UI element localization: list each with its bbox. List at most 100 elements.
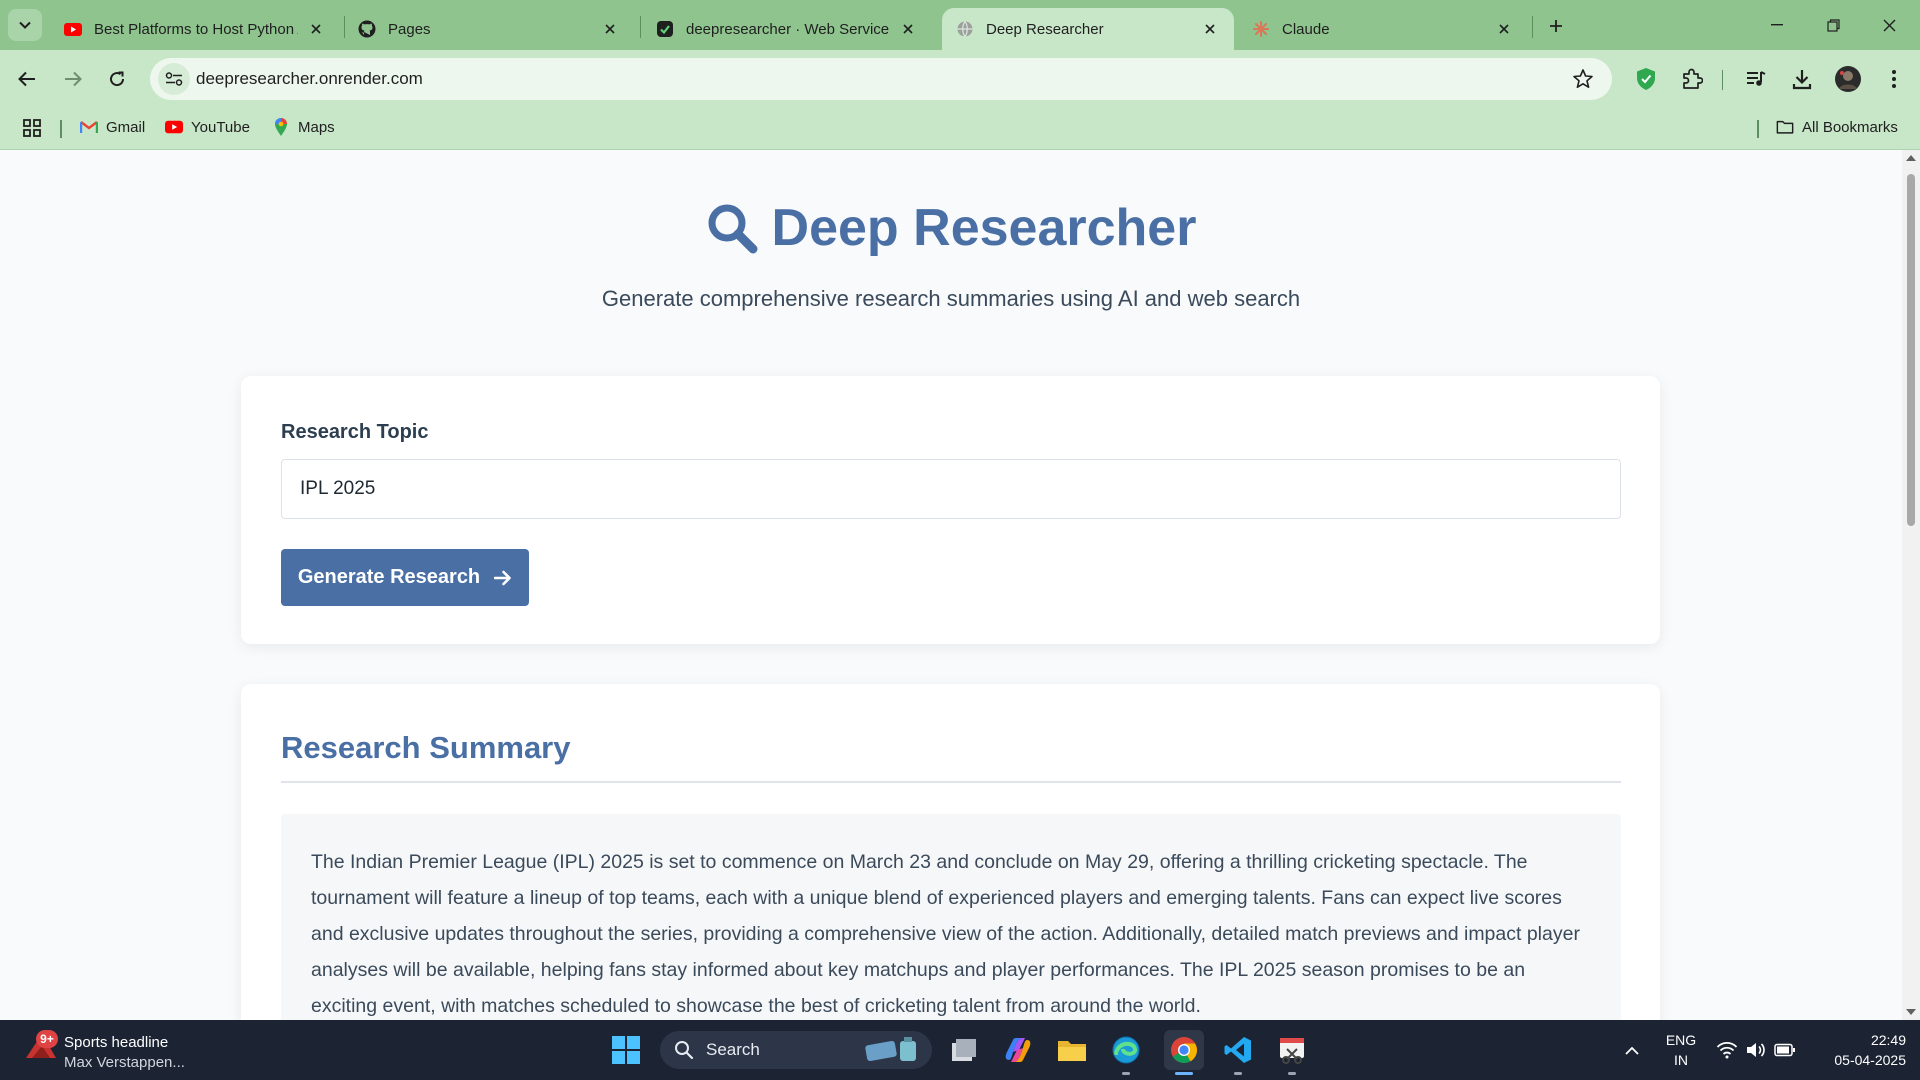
close-icon	[1883, 19, 1895, 31]
gmail-icon	[80, 118, 98, 136]
bookmark-star-icon[interactable]	[1572, 68, 1594, 90]
copilot-icon	[1005, 1038, 1031, 1062]
tab-pages[interactable]: Pages	[344, 8, 634, 50]
app-header: Deep Researcher	[0, 198, 1902, 258]
minimize-button[interactable]	[1754, 8, 1800, 42]
search-icon	[706, 202, 758, 254]
summary-content: The Indian Premier League (IPL) 2025 is …	[281, 814, 1621, 1020]
tab-strip: Best Platforms to Host Python Apps Pages…	[0, 0, 1920, 50]
close-window-button[interactable]	[1866, 8, 1912, 42]
research-topic-label: Research Topic	[281, 421, 429, 443]
heading-divider	[281, 781, 1621, 783]
restore-button[interactable]	[1810, 8, 1856, 42]
running-indicator	[1175, 1072, 1193, 1075]
generate-research-button[interactable]: Generate Research	[281, 549, 529, 606]
show-hidden-icons-button[interactable]	[1618, 1020, 1646, 1080]
search-label: Search	[706, 1040, 760, 1059]
system-clock[interactable]: 22:49 05-04-2025	[1806, 1030, 1906, 1070]
scrollbar-thumb[interactable]	[1907, 174, 1915, 526]
taskbar-app-task-view[interactable]	[944, 1030, 984, 1070]
globe-icon	[956, 20, 974, 38]
folder-icon	[1776, 118, 1794, 136]
tab-title: Pages	[388, 20, 431, 38]
language-region: IN	[1674, 1052, 1688, 1068]
bookmark-maps[interactable]: Maps	[272, 118, 335, 136]
close-icon[interactable]	[898, 19, 918, 39]
taskbar-app-copilot[interactable]	[998, 1030, 1038, 1070]
windows-taskbar: 9+ Sports headline Max Verstappen... Sea…	[0, 1020, 1920, 1080]
chrome-icon	[1171, 1037, 1198, 1064]
youtube-icon	[165, 118, 183, 136]
tab-deep-researcher[interactable]: Deep Researcher	[942, 8, 1234, 50]
bookmark-label: YouTube	[191, 118, 250, 136]
vscode-icon	[1224, 1037, 1251, 1063]
taskbar-app-snipping-tool[interactable]	[1272, 1030, 1312, 1075]
tab-claude[interactable]: Claude	[1238, 8, 1528, 50]
research-summary-card: Research Summary The Indian Premier Leag…	[241, 684, 1660, 1020]
scroll-up-arrow-icon[interactable]	[1906, 154, 1916, 162]
taskbar-app-vscode[interactable]	[1218, 1030, 1258, 1075]
url-text[interactable]: deepresearcher.onrender.com	[196, 69, 423, 89]
tab-separator	[1532, 16, 1533, 38]
start-button[interactable]	[606, 1030, 646, 1070]
generate-research-label: Generate Research	[297, 566, 481, 588]
bookmark-label: Gmail	[106, 118, 146, 136]
page-scrollbar[interactable]	[1902, 150, 1920, 1020]
close-icon[interactable]	[1494, 19, 1514, 39]
close-icon[interactable]	[306, 19, 326, 39]
summary-text: The Indian Premier League (IPL) 2025 is …	[311, 851, 1580, 1017]
apps-grid-button[interactable]	[22, 118, 42, 138]
apps-grid-icon	[23, 119, 41, 137]
system-tray-status[interactable]	[1714, 1020, 1798, 1080]
media-control-icon[interactable]	[1740, 63, 1772, 95]
news-widget[interactable]: 9+ Sports headline Max Verstappen...	[24, 1026, 204, 1074]
youtube-icon	[64, 20, 82, 38]
edge-icon	[1112, 1036, 1140, 1064]
site-info-icon[interactable]	[158, 63, 190, 95]
language-indicator[interactable]: ENG IN	[1656, 1030, 1706, 1070]
bookmark-gmail[interactable]: Gmail	[80, 118, 145, 136]
back-button[interactable]	[10, 62, 44, 96]
tab-title: Best Platforms to Host Python Apps	[94, 20, 298, 38]
taskbar-app-file-explorer[interactable]	[1052, 1030, 1092, 1070]
all-bookmarks-button[interactable]: All Bookmarks	[1776, 118, 1898, 136]
chevron-up-icon	[1625, 1046, 1639, 1055]
download-icon[interactable]	[1786, 63, 1818, 95]
folder-icon	[1058, 1041, 1086, 1061]
tab-best-platforms[interactable]: Best Platforms to Host Python Apps	[50, 8, 340, 50]
research-form-card: Research Topic Generate Research	[241, 376, 1660, 644]
bookmark-separator	[60, 120, 62, 138]
research-summary-heading: Research Summary	[281, 730, 571, 765]
search-icon	[675, 1041, 694, 1060]
taskbar-app-chrome[interactable]	[1164, 1030, 1204, 1075]
taskbar-search-box[interactable]: Search	[660, 1031, 932, 1069]
scroll-down-arrow-icon[interactable]	[1906, 1008, 1916, 1016]
research-topic-input[interactable]	[281, 459, 1621, 519]
new-tab-button[interactable]	[1542, 12, 1570, 40]
tab-deepresearcher-web-service[interactable]: deepresearcher · Web Service	[642, 8, 932, 50]
close-icon[interactable]	[600, 19, 620, 39]
bookmarks-bar: Gmail YouTube Maps All Bookmarks	[0, 108, 1920, 150]
arrow-left-icon	[18, 71, 35, 87]
plus-icon	[1550, 20, 1562, 32]
volume-icon	[1747, 1043, 1765, 1057]
wifi-icon	[1716, 1041, 1738, 1059]
address-bar[interactable]: deepresearcher.onrender.com	[150, 58, 1612, 100]
browser-menu-button[interactable]	[1878, 63, 1910, 95]
shield-extension-icon[interactable]	[1630, 63, 1662, 95]
tab-title: Deep Researcher	[986, 20, 1104, 38]
bookmark-separator	[1757, 120, 1759, 138]
running-indicator	[1288, 1072, 1296, 1075]
close-icon[interactable]	[1200, 19, 1220, 39]
clock-date: 05-04-2025	[1834, 1052, 1906, 1068]
extensions-puzzle-icon[interactable]	[1676, 63, 1708, 95]
reload-button[interactable]	[100, 62, 134, 96]
profile-avatar[interactable]	[1832, 63, 1864, 95]
forward-button[interactable]	[56, 62, 90, 96]
taskbar-app-edge[interactable]	[1106, 1030, 1146, 1075]
news-headline: Sports headline	[64, 1034, 169, 1051]
minimize-icon	[1771, 24, 1783, 26]
battery-icon	[1774, 1043, 1795, 1057]
tab-search-button[interactable]	[8, 9, 42, 41]
bookmark-youtube[interactable]: YouTube	[165, 118, 250, 136]
